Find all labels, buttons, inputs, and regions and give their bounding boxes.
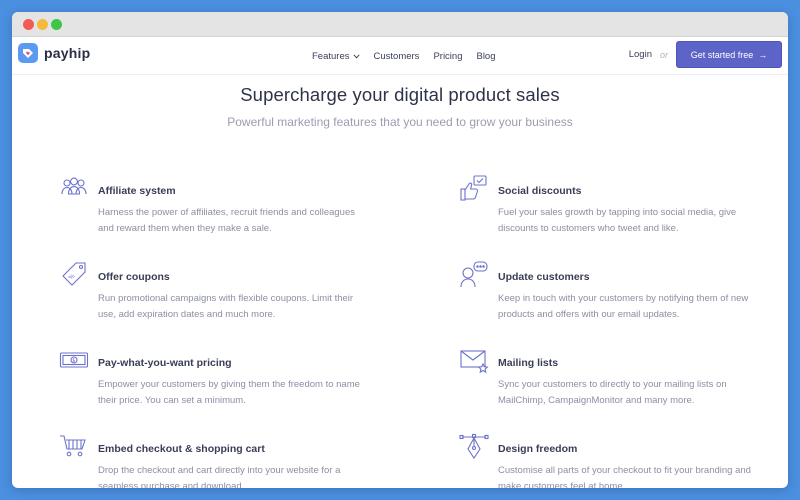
feature-description: Run promotional campaigns with flexible … (98, 293, 354, 320)
nav-actions: Login or Get started free → (629, 41, 782, 68)
feature-title: Update customers (498, 271, 590, 283)
nav-blog[interactable]: Blog (476, 51, 495, 62)
nav-pricing[interactable]: Pricing (433, 51, 462, 62)
svg-text:%: % (67, 272, 76, 281)
feature-description: Customise all parts of your checkout to … (498, 465, 751, 488)
feature-description: Sync your customers to directly to your … (498, 379, 727, 406)
shopping-cart-icon (59, 433, 89, 459)
feature-title: Social discounts (498, 185, 582, 197)
feature-description: Harness the power of affiliates, recruit… (98, 207, 355, 234)
pen-tool-icon (459, 433, 489, 459)
brand-name: payhip (44, 45, 91, 61)
people-icon (59, 175, 89, 201)
brand-logo[interactable]: payhip (18, 43, 90, 63)
minimize-window-button[interactable] (37, 19, 48, 30)
arrow-right-icon: → (758, 49, 768, 60)
maximize-window-button[interactable] (51, 19, 62, 30)
get-started-button[interactable]: Get started free → (676, 41, 782, 68)
page-title: Supercharge your digital product sales (240, 84, 560, 105)
thumbs-up-icon (459, 175, 489, 201)
svg-text:$: $ (72, 358, 75, 364)
get-started-label: Get started free (690, 49, 754, 60)
browser-window: payhip Features Customers Pricing Blog L… (12, 12, 788, 488)
coupon-tag-icon: % (59, 261, 89, 287)
feature-title: Mailing lists (498, 357, 559, 369)
envelope-star-icon (459, 347, 489, 374)
feature-description: Drop the checkout and cart directly into… (98, 465, 341, 488)
nav-features[interactable]: Features (312, 51, 360, 62)
chat-person-icon (459, 261, 489, 288)
window-titlebar (12, 12, 788, 37)
hero-section: Supercharge your digital product sales P… (12, 75, 788, 129)
top-navbar: payhip Features Customers Pricing Blog L… (12, 37, 788, 75)
feature-title: Embed checkout & shopping cart (98, 443, 265, 455)
chevron-down-icon (352, 53, 360, 59)
feature-title: Design freedom (498, 443, 578, 455)
feature-description: Empower your customers by giving them th… (98, 379, 360, 406)
feature-title: Pay-what-you-want pricing (98, 357, 232, 369)
main-nav: Features Customers Pricing Blog (312, 37, 496, 75)
payhip-logo-icon (18, 43, 38, 63)
nav-customers[interactable]: Customers (374, 51, 420, 62)
feature-title: Offer coupons (98, 271, 170, 283)
feature-description: Keep in touch with your customers by not… (498, 293, 749, 320)
feature-description: Fuel your sales growth by tapping into s… (498, 207, 737, 234)
page-subtitle: Powerful marketing features that you nee… (227, 115, 573, 129)
feature-title: Affiliate system (98, 185, 176, 197)
banknote-icon: $ (59, 347, 89, 373)
close-window-button[interactable] (23, 19, 34, 30)
login-link[interactable]: Login (629, 49, 652, 60)
or-separator: or (659, 49, 668, 60)
